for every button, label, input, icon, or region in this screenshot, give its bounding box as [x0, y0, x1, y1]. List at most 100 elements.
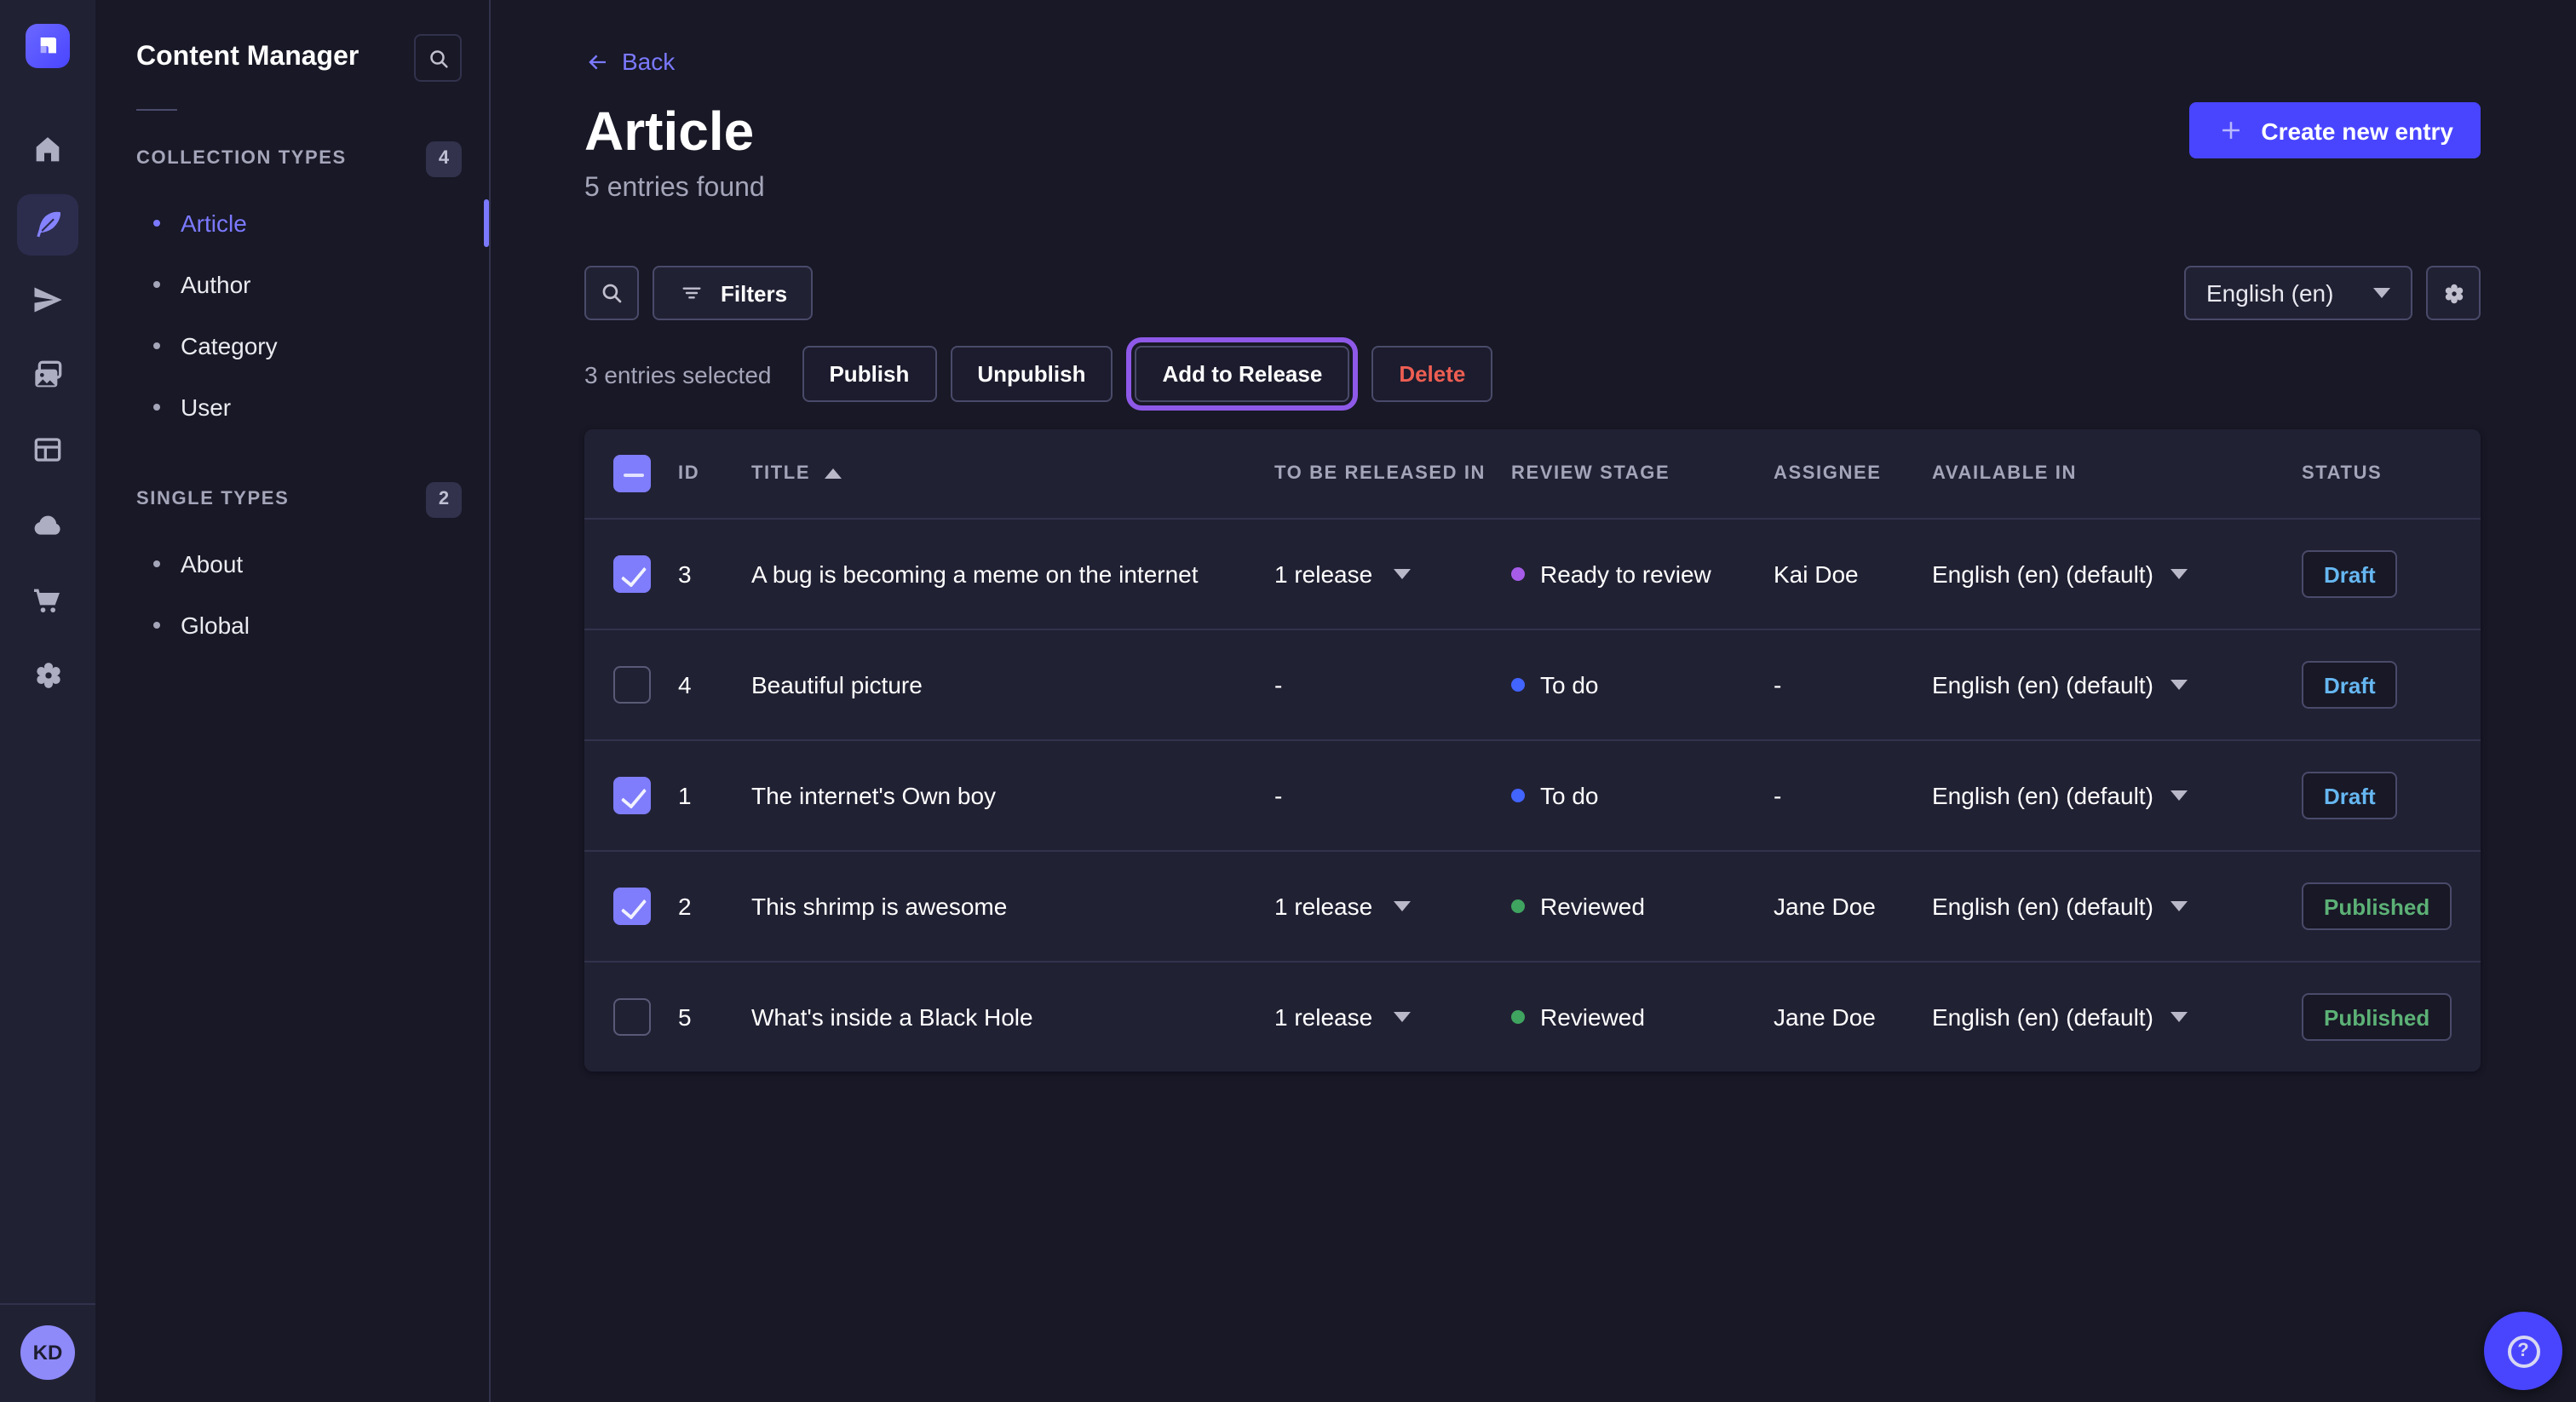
delete-button[interactable]: Delete — [1371, 346, 1492, 402]
search-button[interactable] — [584, 266, 639, 320]
cell-review-stage: Reviewed — [1511, 1003, 1774, 1031]
sidebar-item-about[interactable]: About — [95, 533, 489, 595]
sidebar-item-label: About — [181, 550, 243, 577]
cell-title: The internet's Own boy — [751, 782, 1274, 809]
nav-settings[interactable] — [17, 644, 78, 705]
single-types-section: SINGLE TYPES 2 About Global — [95, 479, 489, 656]
cell-released-in: - — [1274, 782, 1511, 809]
bulk-actions-bar: 3 entries selected Publish Unpublish Add… — [584, 346, 2481, 402]
help-button[interactable]: ? — [2484, 1312, 2562, 1390]
row-checkbox[interactable] — [613, 666, 651, 704]
publish-button[interactable]: Publish — [802, 346, 936, 402]
images-icon — [31, 358, 65, 392]
filters-button[interactable]: Filters — [653, 266, 813, 320]
strapi-logo[interactable] — [26, 24, 70, 68]
list-toolbar: Filters English (en) — [584, 266, 2481, 320]
cell-available-in[interactable]: English (en) (default) — [1932, 560, 2302, 588]
sidebar-item-author[interactable]: Author — [95, 254, 489, 315]
question-mark-icon: ? — [2507, 1335, 2539, 1367]
nav-marketplace[interactable] — [17, 569, 78, 630]
column-header-status: STATUS — [2302, 463, 2481, 484]
nav-cloud[interactable] — [17, 494, 78, 555]
select-all-checkbox[interactable] — [613, 455, 651, 492]
cell-released-in[interactable]: 1 release — [1274, 560, 1511, 588]
review-stage-dot — [1511, 1010, 1525, 1024]
sidebar-item-user[interactable]: User — [95, 376, 489, 438]
table-row[interactable]: 3 A bug is becoming a meme on the intern… — [584, 518, 2481, 629]
section-label: SINGLE TYPES — [136, 489, 289, 509]
unpublish-button[interactable]: Unpublish — [950, 346, 1113, 402]
collection-types-count-badge: 4 — [426, 141, 462, 176]
feather-icon — [31, 208, 65, 242]
cell-review-stage: Reviewed — [1511, 893, 1774, 920]
nav-home[interactable] — [17, 119, 78, 181]
column-header-available: AVAILABLE IN — [1932, 463, 2302, 484]
table-row[interactable]: 2 This shrimp is awesome 1 release Revie… — [584, 850, 2481, 961]
cell-title: A bug is becoming a meme on the internet — [751, 560, 1274, 588]
row-checkbox[interactable] — [613, 888, 651, 925]
cell-available-in[interactable]: English (en) (default) — [1932, 782, 2302, 809]
table-row[interactable]: 5 What's inside a Black Hole 1 release R… — [584, 961, 2481, 1072]
row-checkbox[interactable] — [613, 777, 651, 814]
cell-available-in[interactable]: English (en) (default) — [1932, 671, 2302, 698]
review-stage-dot — [1511, 789, 1525, 802]
main-nav-rail: KD — [0, 0, 95, 1402]
cell-id: 2 — [678, 893, 751, 920]
user-avatar[interactable]: KD — [20, 1325, 75, 1380]
nav-rail-footer: KD — [0, 1303, 95, 1402]
cell-released-in: - — [1274, 671, 1511, 698]
row-checkbox[interactable] — [613, 998, 651, 1036]
sidebar-item-label: User — [181, 394, 231, 421]
row-checkbox-cell — [584, 888, 678, 925]
chevron-down-icon — [1393, 1012, 1410, 1022]
cell-review-stage: To do — [1511, 782, 1774, 809]
review-stage-dot — [1511, 567, 1525, 581]
subnav-search-button[interactable] — [414, 34, 462, 82]
row-checkbox-cell — [584, 555, 678, 593]
toolbar-left-group: Filters — [584, 266, 813, 320]
cell-released-in[interactable]: 1 release — [1274, 893, 1511, 920]
shopping-cart-icon — [31, 583, 65, 617]
search-icon — [425, 45, 451, 71]
single-types-list: About Global — [95, 533, 489, 656]
filter-icon — [678, 279, 705, 307]
status-badge: Draft — [2302, 772, 2398, 819]
add-to-release-button[interactable]: Add to Release — [1135, 346, 1349, 402]
sidebar-item-label: Article — [181, 210, 247, 237]
chevron-down-icon — [2171, 569, 2188, 579]
cell-released-in[interactable]: 1 release — [1274, 1003, 1511, 1031]
sort-ascending-icon — [824, 468, 841, 479]
nav-deploy[interactable] — [17, 269, 78, 330]
chevron-down-icon — [2171, 901, 2188, 911]
arrow-left-icon — [584, 49, 610, 74]
nav-content-type-builder[interactable] — [17, 419, 78, 480]
status-badge: Draft — [2302, 550, 2398, 598]
toolbar-right-group: English (en) — [2184, 266, 2481, 320]
column-header-title[interactable]: TITLE — [751, 463, 1274, 484]
view-settings-button[interactable] — [2426, 266, 2481, 320]
table-row[interactable]: 1 The internet's Own boy - To do - Engli… — [584, 739, 2481, 850]
sidebar-item-global[interactable]: Global — [95, 595, 489, 656]
row-checkbox[interactable] — [613, 555, 651, 593]
sidebar-item-article[interactable]: Article — [95, 192, 489, 254]
cell-assignee: - — [1774, 782, 1932, 809]
create-new-entry-button[interactable]: Create new entry — [2189, 102, 2481, 158]
entries-count: 5 entries found — [584, 174, 765, 204]
bullet-icon — [153, 622, 160, 629]
entries-table: ID TITLE TO BE RELEASED IN REVIEW STAGE … — [584, 429, 2481, 1072]
sidebar-item-category[interactable]: Category — [95, 315, 489, 376]
collection-types-section: COLLECTION TYPES 4 Article Author Catego… — [95, 138, 489, 438]
table-row[interactable]: 4 Beautiful picture - To do - English (e… — [584, 629, 2481, 739]
row-checkbox-cell — [584, 998, 678, 1036]
nav-content-manager[interactable] — [17, 194, 78, 256]
nav-media-library[interactable] — [17, 344, 78, 405]
locale-select[interactable]: English (en) — [2184, 266, 2412, 320]
back-link[interactable]: Back — [584, 44, 675, 78]
cell-available-in[interactable]: English (en) (default) — [1932, 893, 2302, 920]
sidebar-item-label: Global — [181, 612, 250, 639]
chevron-down-icon — [2373, 288, 2390, 298]
table-header-row: ID TITLE TO BE RELEASED IN REVIEW STAGE … — [584, 429, 2481, 518]
cell-title: What's inside a Black Hole — [751, 1003, 1274, 1031]
cell-assignee: Jane Doe — [1774, 893, 1932, 920]
cell-available-in[interactable]: English (en) (default) — [1932, 1003, 2302, 1031]
